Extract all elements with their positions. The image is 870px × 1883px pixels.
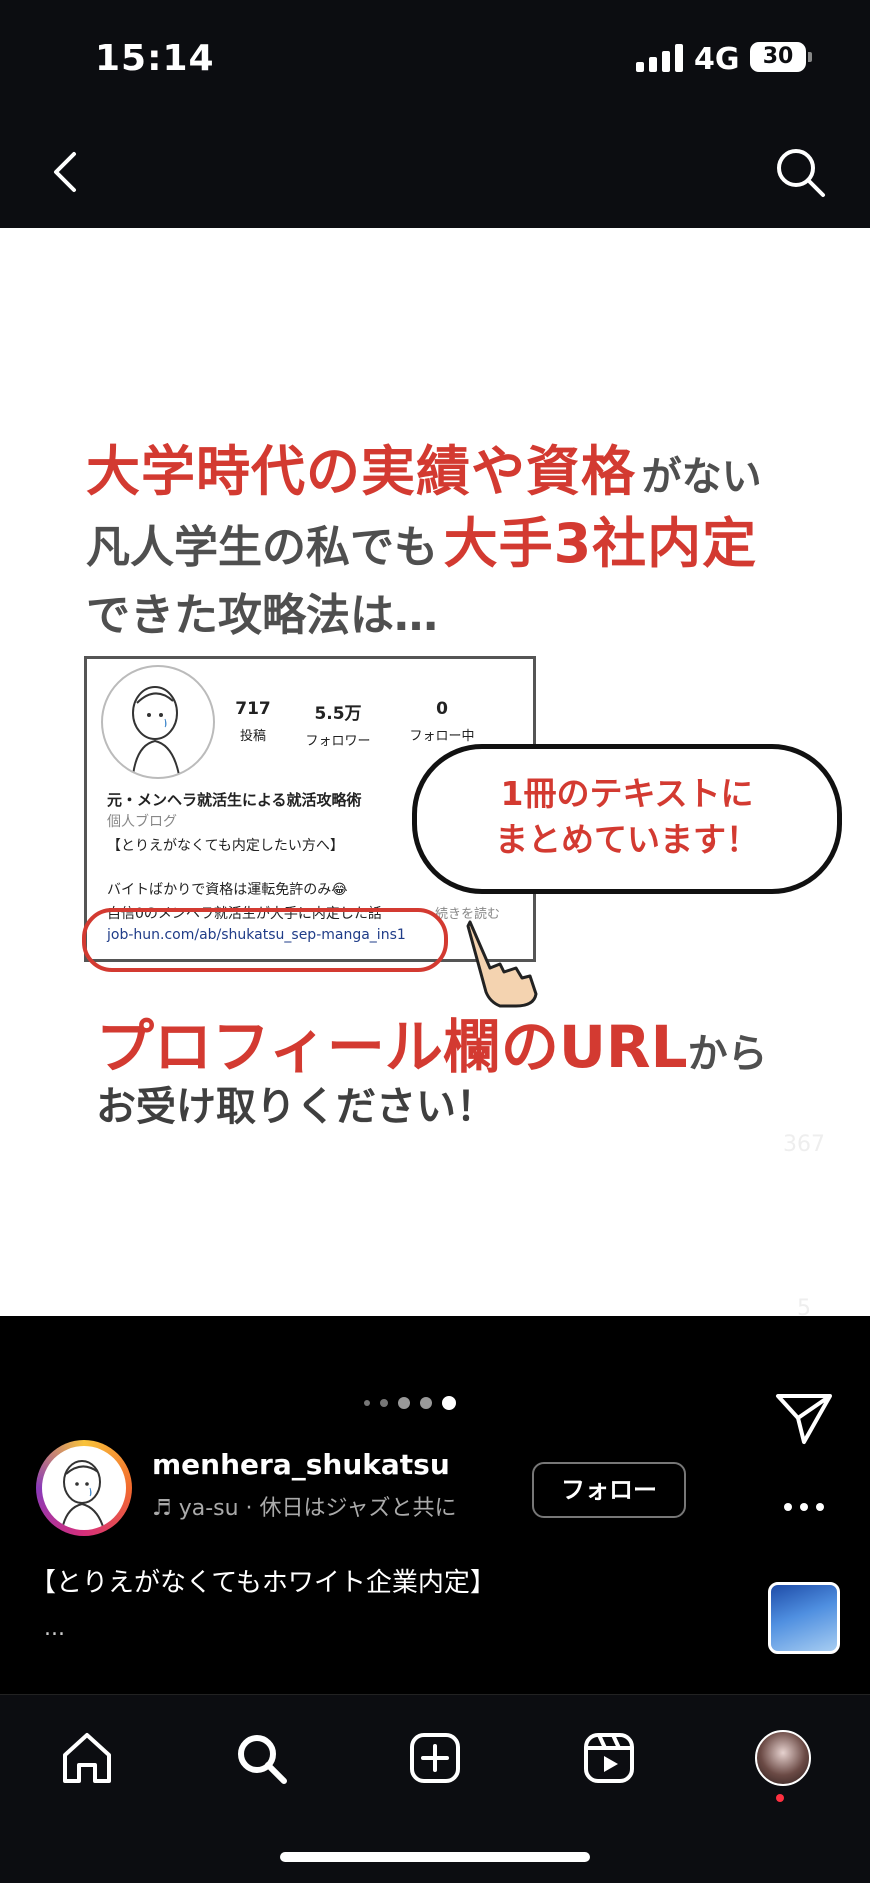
nav-reels[interactable]	[574, 1723, 644, 1793]
card-avatar	[101, 665, 215, 779]
posts-stat: 717 投稿	[233, 699, 273, 744]
speech-bubble: 1冊のテキストに まとめています！	[412, 744, 842, 894]
status-time: 15:14	[95, 38, 215, 79]
music-label: ya-su · 休日はジャズと共に	[178, 1496, 457, 1521]
battery-icon: 30	[750, 42, 812, 72]
signal-icon	[636, 44, 683, 72]
follow-button[interactable]: フォロー	[532, 1462, 686, 1518]
followers-count: 5.5万	[314, 704, 362, 724]
network-type: 4G	[694, 42, 740, 77]
notification-dot	[776, 1794, 784, 1802]
bubble-line2: まとめています！	[495, 820, 759, 859]
following-label: フォロー中	[409, 729, 475, 744]
heart-icon	[773, 1072, 835, 1126]
author-row: menhera_shukatsu ♬ ya-su · 休日はジャズと共に フォロ…	[36, 1440, 836, 1540]
headline-line2-red: 大手3社内定	[443, 512, 758, 575]
cta-line1: プロフィール欄のURLから	[96, 1000, 768, 1084]
create-icon	[410, 1733, 460, 1783]
bubble-line1: 1冊のテキストに	[500, 774, 754, 813]
pointing-hand-icon	[466, 920, 538, 1008]
nav-home[interactable]	[52, 1723, 122, 1793]
profile-avatar	[755, 1730, 811, 1786]
nav-create[interactable]	[400, 1723, 470, 1793]
headline-line3-gray: できた攻略法は…	[86, 590, 438, 641]
search-icon	[238, 1735, 287, 1784]
card-bio-line2: バイトばかりで資格は運転免許のみ😂	[107, 882, 348, 898]
post-caption[interactable]: 【とりえがなくてもホワイト企業内定】	[30, 1562, 496, 1599]
comment-button[interactable]: 5	[764, 1232, 844, 1321]
post-image[interactable]: 大学時代の実績や資格 がない 凡人学生の私でも 大手3社内定 できた攻略法は… …	[0, 228, 870, 1316]
status-bar: 15:14 4G 30	[0, 0, 870, 120]
followers-stat: 5.5万 フォロワー	[293, 699, 383, 749]
url-highlight-circle	[82, 908, 448, 972]
carousel-dot-active	[442, 1396, 456, 1410]
nav-profile[interactable]	[748, 1723, 818, 1793]
card-name: 元・メンヘラ就活生による就活攻略術	[107, 791, 362, 809]
card-category: 個人ブログ	[107, 814, 177, 830]
comment-icon	[778, 1235, 831, 1288]
posts-count: 717	[235, 699, 271, 719]
reels-icon	[584, 1733, 634, 1783]
carousel-dot	[420, 1397, 432, 1409]
headline-line2-gray: 凡人学生の私でも	[86, 522, 438, 573]
headline-line1-red: 大学時代の実績や資格	[86, 440, 636, 503]
following-stat: 0 フォロー中	[397, 699, 487, 744]
author-username[interactable]: menhera_shukatsu	[152, 1448, 450, 1481]
send-icon	[776, 1394, 832, 1444]
carousel-dot	[380, 1399, 388, 1407]
carousel-indicator	[364, 1396, 456, 1410]
chevron-left-icon	[54, 152, 76, 192]
card-bio-line1: 【とりえがなくても内定したい方へ】	[107, 838, 344, 854]
posts-label: 投稿	[239, 729, 266, 744]
carousel-dot	[364, 1400, 370, 1406]
home-indicator	[280, 1852, 590, 1862]
music-note-icon: ♬	[152, 1496, 179, 1521]
search-icon	[777, 149, 825, 197]
cta-line2: お受け取りください！	[96, 1084, 496, 1130]
cta-line1-red: プロフィール欄のURL	[96, 1013, 688, 1081]
followers-label: フォロワー	[305, 734, 371, 749]
author-avatar[interactable]	[36, 1440, 132, 1536]
headline: 大学時代の実績や資格 がない 凡人学生の私でも 大手3社内定 できた攻略法は…	[86, 436, 762, 652]
search-button[interactable]	[764, 136, 836, 208]
caption-more[interactable]: ...	[44, 1616, 65, 1641]
music-info[interactable]: ♬ ya-su · 休日はジャズと共に	[152, 1490, 456, 1522]
back-button[interactable]	[30, 136, 102, 208]
audio-thumbnail[interactable]	[768, 1582, 840, 1654]
carousel-dot	[398, 1397, 410, 1409]
like-button[interactable]: 367	[764, 1070, 844, 1157]
nav-search[interactable]	[226, 1723, 296, 1793]
top-nav	[0, 120, 870, 228]
home-icon	[63, 1733, 111, 1783]
comment-count: 5	[797, 1296, 811, 1321]
like-count: 367	[783, 1132, 825, 1157]
cta-line1-gray: から	[687, 1031, 768, 1077]
following-count: 0	[436, 699, 448, 719]
headline-line1-gray: がない	[641, 454, 762, 500]
